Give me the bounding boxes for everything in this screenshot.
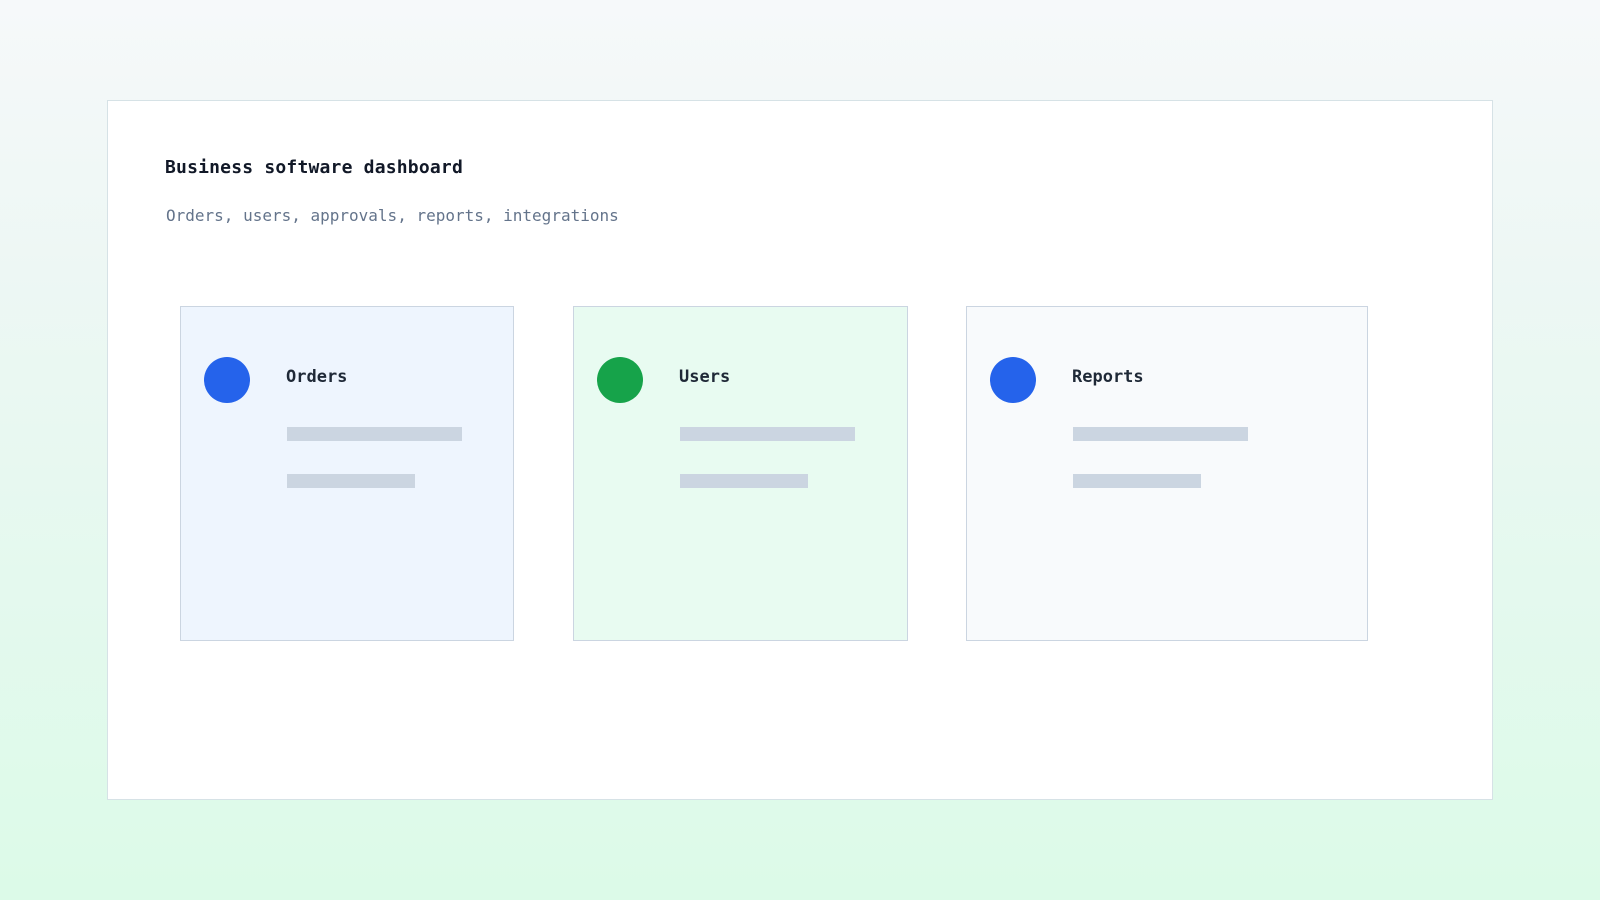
users-placeholder-line-2 [680, 474, 808, 488]
reports-placeholder-line-1 [1073, 427, 1248, 441]
reports-status-dot-icon [990, 357, 1036, 403]
users-card[interactable]: Users [573, 306, 908, 641]
orders-placeholder-line-2 [287, 474, 415, 488]
orders-status-dot-icon [204, 357, 250, 403]
page-subtitle: Orders, users, approvals, reports, integ… [166, 206, 619, 225]
users-placeholder-line-1 [680, 427, 855, 441]
page-title: Business software dashboard [165, 157, 463, 178]
orders-placeholder-line-1 [287, 427, 462, 441]
reports-card-label: Reports [1072, 367, 1144, 387]
users-status-dot-icon [597, 357, 643, 403]
orders-card[interactable]: Orders [180, 306, 514, 641]
reports-placeholder-line-2 [1073, 474, 1201, 488]
reports-card[interactable]: Reports [966, 306, 1368, 641]
orders-card-label: Orders [286, 367, 348, 387]
users-card-label: Users [679, 367, 731, 387]
